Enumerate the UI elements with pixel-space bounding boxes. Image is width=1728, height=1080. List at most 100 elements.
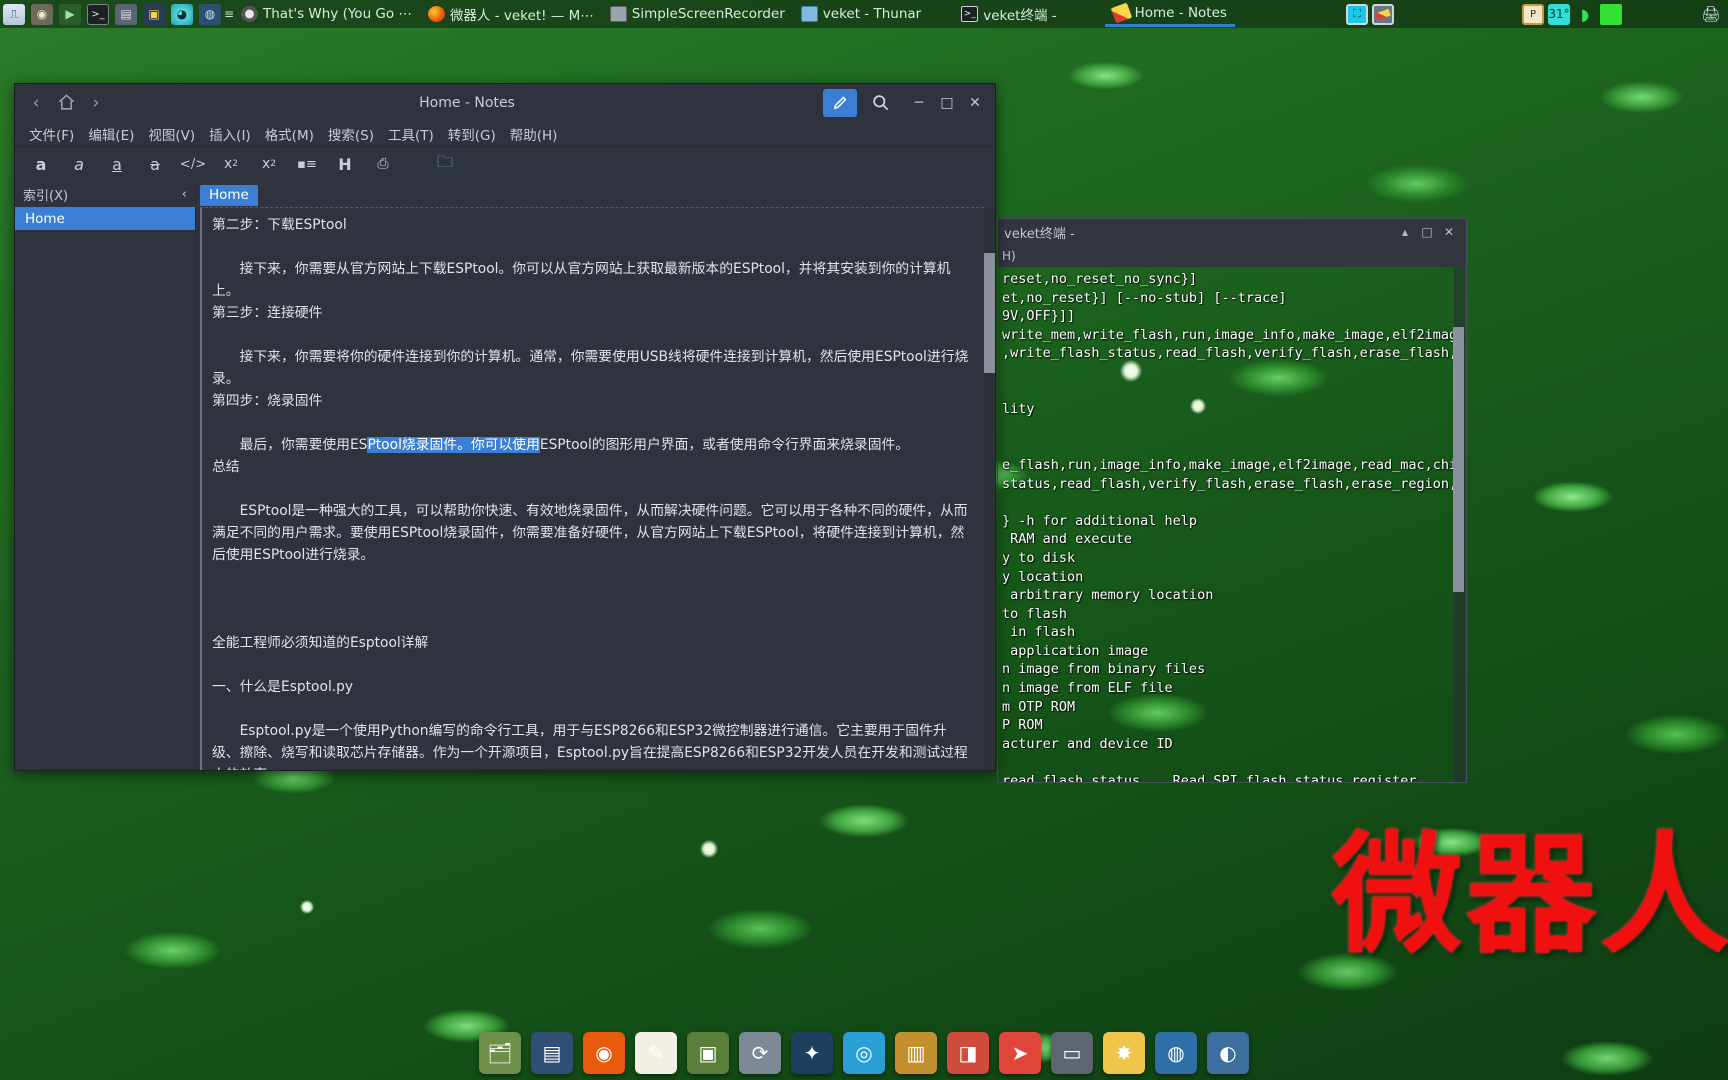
- menu-item-5[interactable]: 搜索(S): [328, 124, 374, 144]
- menu-item-2[interactable]: 视图(V): [148, 124, 195, 144]
- globe-icon[interactable]: ◍: [1155, 1032, 1197, 1074]
- underline-icon[interactable]: a: [107, 153, 127, 175]
- terminal-scroll-thumb[interactable]: [1453, 327, 1464, 592]
- rocket-icon[interactable]: ➤: [999, 1032, 1041, 1074]
- clipboard-icon[interactable]: P: [1522, 3, 1544, 25]
- browser-icon[interactable]: ◍: [199, 3, 221, 25]
- index-title: 索引(X): [23, 188, 69, 204]
- image-viewer-icon[interactable]: ▣: [143, 3, 165, 25]
- menu-item-1[interactable]: 编辑(E): [88, 124, 134, 144]
- back-button[interactable]: ‹: [21, 88, 51, 118]
- task-button-firefox[interactable]: 微器人 - veket! — M⋯: [420, 1, 602, 27]
- wifi-icon[interactable]: ◗: [1574, 4, 1596, 25]
- maximize-button[interactable]: □: [933, 89, 961, 117]
- terminal-menubar[interactable]: H): [998, 245, 1466, 267]
- task-button-thunar[interactable]: veket - Thunar: [793, 1, 929, 27]
- notes-menubar[interactable]: 文件(F) 编辑(E) 视图(V) 插入(I) 格式(M) 搜索(S) 工具(T) 转到(G)…: [15, 121, 995, 147]
- italic-icon[interactable]: a: [69, 153, 89, 175]
- index-list[interactable]: Home: [15, 207, 195, 770]
- heading-icon[interactable]: H: [335, 153, 355, 175]
- insert-block-icon[interactable]: ⎙: [373, 153, 393, 175]
- image-viewer-icon[interactable]: ▣: [687, 1032, 729, 1074]
- notes-tray-icon[interactable]: [1372, 3, 1394, 25]
- terminal-icon[interactable]: >_: [87, 3, 109, 25]
- firefox-icon[interactable]: ◉: [583, 1032, 625, 1074]
- refresh-icon[interactable]: ⟳: [739, 1032, 781, 1074]
- task-button-terminal[interactable]: >_ veket终端 -: [953, 1, 1064, 27]
- terminal-scrollbar[interactable]: [1453, 267, 1465, 782]
- menu-item-7[interactable]: 转到(G): [448, 124, 496, 144]
- folder-icon[interactable]: 🗀: [435, 152, 455, 175]
- index-item[interactable]: Home: [15, 207, 195, 230]
- clover-flower: [700, 840, 718, 858]
- document-tab[interactable]: Home: [200, 185, 258, 206]
- notes-toolbar[interactable]: a a a a </> x2 x2 ▪≡ H ⎙ 🗀: [15, 147, 995, 181]
- settings-icon[interactable]: ✸: [1103, 1032, 1145, 1074]
- terminal-icon: >_: [961, 6, 979, 22]
- bold-icon[interactable]: a: [31, 153, 51, 175]
- menu-item-8[interactable]: 帮助(H): [510, 124, 558, 144]
- notes-titlebar[interactable]: ‹ › Home - Notes ─ □ ✕: [15, 84, 995, 121]
- bottom-dock[interactable]: 🗂 ▤ ◉ ✎ ▣ ⟳ ✦ ◎ ▥ ◨ ➤ ▭ ✸ ◍ ◐: [0, 1026, 1728, 1080]
- system-tray: ⛶ P 31° ◗ 🖨: [1346, 3, 1728, 25]
- task-button-music[interactable]: That's Why (You Go ⋯: [233, 1, 420, 27]
- palette-icon[interactable]: ◨: [947, 1032, 989, 1074]
- menu-item-4[interactable]: 格式(M): [265, 124, 314, 144]
- close-icon[interactable]: ✕: [1438, 225, 1460, 239]
- terminal-titlebar[interactable]: veket终端 - ▴ □ ✕: [998, 219, 1466, 245]
- screenshot-icon[interactable]: ▤: [115, 3, 137, 25]
- minimize-icon[interactable]: ▴: [1394, 225, 1416, 239]
- firefox-icon: [427, 6, 445, 22]
- printer-icon[interactable]: 🖨: [1700, 4, 1722, 25]
- terminal-menu-item[interactable]: H): [1002, 249, 1016, 263]
- system-monitor-icon[interactable]: ⎍: [3, 3, 25, 25]
- task-label: That's Why (You Go ⋯: [263, 6, 412, 22]
- terminal-icon[interactable]: ▭: [1051, 1032, 1093, 1074]
- editor-icon[interactable]: ▤: [531, 1032, 573, 1074]
- chrome-icon[interactable]: ◎: [843, 1032, 885, 1074]
- temperature-indicator[interactable]: 31°: [1548, 3, 1570, 25]
- notes-icon[interactable]: ✎: [635, 1032, 677, 1074]
- clock-icon[interactable]: ◕: [171, 3, 193, 25]
- home-icon[interactable]: [51, 88, 81, 118]
- task-button-notes[interactable]: Home - Notes: [1104, 1, 1235, 27]
- strikethrough-icon[interactable]: a: [145, 153, 165, 175]
- close-button[interactable]: ✕: [961, 89, 989, 117]
- menu-item-3[interactable]: 插入(I): [209, 124, 251, 144]
- notes-window[interactable]: ‹ › Home - Notes ─ □ ✕ 文件(F) 编辑(E) 视图(V) 插入…: [14, 83, 996, 771]
- code-icon[interactable]: </>: [180, 153, 206, 175]
- maximize-icon[interactable]: □: [1416, 225, 1438, 239]
- document-paragraph: 全能工程师必须知道的Esptool详解: [212, 635, 429, 651]
- menu-glyph-icon[interactable]: ≡: [224, 7, 234, 21]
- minimize-button[interactable]: ─: [905, 89, 933, 117]
- bullet-list-icon[interactable]: ▪≡: [297, 153, 317, 175]
- selected-text[interactable]: Ptool烧录固件。你可以使用: [367, 437, 540, 453]
- menu-item-6[interactable]: 工具(T): [388, 124, 434, 144]
- superscript-icon[interactable]: x2: [259, 153, 279, 175]
- task-button-recorder[interactable]: SimpleScreenRecorder: [602, 1, 793, 27]
- archive-icon[interactable]: ▥: [895, 1032, 937, 1074]
- menu-item-0[interactable]: 文件(F): [29, 124, 74, 144]
- collapse-sidebar-icon[interactable]: ‹: [182, 187, 187, 202]
- document-scroll-thumb[interactable]: [984, 253, 995, 373]
- document-scroll-wrapper: 第二步：下载ESPtool 接下来，你需要从官方网站上下载ESPtool。你可以从…: [196, 207, 995, 770]
- network-icon[interactable]: ✦: [791, 1032, 833, 1074]
- files-icon[interactable]: 🗂: [479, 1032, 521, 1074]
- task-label: 微器人 - veket! — M⋯: [449, 8, 594, 24]
- forward-button[interactable]: ›: [81, 88, 111, 118]
- play-icon[interactable]: ▶: [59, 3, 81, 25]
- pencil-icon[interactable]: [823, 88, 857, 117]
- document-scrollbar[interactable]: [984, 207, 995, 770]
- desktop-switcher-icon[interactable]: ⛶: [1346, 3, 1368, 25]
- subscript-icon[interactable]: x2: [221, 153, 241, 175]
- terminal-window[interactable]: veket终端 - ▴ □ ✕ H) reset,no_reset_no_syn…: [997, 218, 1467, 783]
- document-tabbar[interactable]: Home: [196, 181, 995, 207]
- battery-icon[interactable]: [1600, 3, 1622, 25]
- media-player-icon[interactable]: ◉: [31, 3, 53, 25]
- document-content[interactable]: 第二步：下载ESPtool 接下来，你需要从官方网站上下载ESPtool。你可以从…: [200, 207, 984, 770]
- search-globe-icon[interactable]: ◐: [1207, 1032, 1249, 1074]
- search-icon[interactable]: [865, 89, 895, 117]
- terminal-output[interactable]: reset,no_reset_no_sync}] et,no_reset}] […: [998, 267, 1466, 782]
